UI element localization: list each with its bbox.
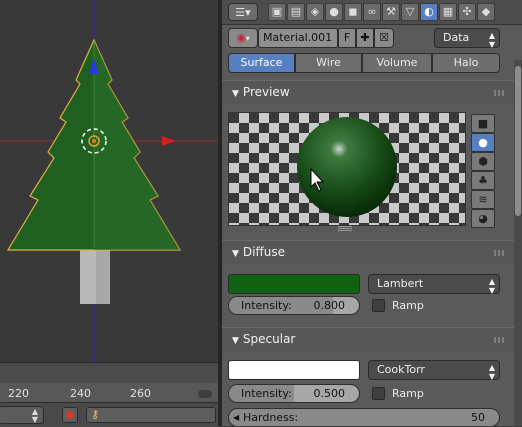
- particles-icon[interactable]: ✣: [458, 3, 476, 21]
- specular-intensity-slider[interactable]: Intensity: 0.500: [228, 384, 360, 403]
- object-icon[interactable]: ◼: [344, 3, 362, 21]
- material-icon[interactable]: ◐: [420, 3, 438, 21]
- constraints-icon[interactable]: ∞: [363, 3, 381, 21]
- keying-set-field[interactable]: ⚷: [86, 407, 216, 423]
- timeline-tick: 220: [8, 387, 29, 400]
- diffuse-shader-label: Lambert: [377, 277, 424, 290]
- preview-sphere-button[interactable]: ●: [471, 133, 495, 152]
- preview-panel-header[interactable]: ▼ Preview: [222, 80, 514, 105]
- plus-icon: ✚: [360, 31, 370, 44]
- fake-user-button[interactable]: F: [338, 28, 356, 48]
- panel-title: Diffuse: [242, 245, 286, 259]
- preview-cube-button[interactable]: ⬢: [471, 152, 495, 171]
- modifier-icon[interactable]: ⚒: [382, 3, 400, 21]
- slider-label: Intensity:: [241, 299, 292, 312]
- render-icon[interactable]: ▣: [268, 3, 286, 21]
- drag-grip-icon[interactable]: [494, 90, 506, 96]
- decrement-arrow-icon[interactable]: ◀: [233, 409, 239, 426]
- physics-icon[interactable]: ◆: [477, 3, 495, 21]
- panel-title: Preview: [242, 85, 290, 99]
- timeline-tick: 240: [70, 387, 91, 400]
- material-browse-button[interactable]: ◉▾: [228, 28, 258, 48]
- key-icon: ⚷: [91, 408, 100, 421]
- dropdown-arrows-icon: ▲ ▼: [488, 277, 495, 295]
- diffuse-shader-dropdown[interactable]: Lambert ▲ ▼: [368, 274, 500, 295]
- data-link-label: Data: [443, 31, 470, 44]
- slider-value: 0.500: [313, 387, 346, 400]
- tab-halo[interactable]: Halo: [432, 53, 500, 73]
- specular-ramp-label: Ramp: [392, 387, 424, 400]
- material-preview[interactable]: [228, 112, 466, 226]
- editor-type-button[interactable]: ☰▾: [228, 3, 258, 21]
- monkey-icon: ♣: [478, 174, 488, 187]
- viewport-scene: [0, 0, 220, 362]
- drag-grip-icon[interactable]: [494, 250, 506, 256]
- tab-wire[interactable]: Wire: [295, 53, 362, 73]
- preview-resize-grip-icon[interactable]: [338, 226, 352, 231]
- preview-sphere: [297, 117, 397, 217]
- material-name-field[interactable]: Material.001: [258, 28, 338, 48]
- data-icon[interactable]: ▽: [401, 3, 419, 21]
- slider-label: Intensity:: [241, 387, 292, 400]
- close-icon: ☒: [379, 31, 389, 44]
- preview-monkey-button[interactable]: ♣: [471, 171, 495, 190]
- specular-shader-label: CookTorr: [377, 363, 425, 376]
- playback-dropdown[interactable]: ▲ ▼: [0, 406, 44, 424]
- unlink-material-button[interactable]: ☒: [374, 28, 394, 48]
- diffuse-panel-header[interactable]: ▼ Diffuse: [222, 240, 514, 265]
- dropdown-arrows-icon: ▲ ▼: [488, 31, 495, 49]
- cube-icon: ⬢: [478, 155, 488, 168]
- hardness-field[interactable]: ◀ Hardness: 50: [228, 408, 500, 426]
- collapse-arrow-icon: ▼: [232, 249, 239, 259]
- record-button[interactable]: [62, 407, 78, 423]
- new-material-button[interactable]: ✚: [356, 28, 374, 48]
- material-sphere-icon: ◉: [236, 31, 246, 44]
- preview-sky-button[interactable]: ◕: [471, 209, 495, 228]
- properties-editor: ☰▾ ▣ ▤ ◈ ● ◼ ∞ ⚒ ▽ ◐ ▦ ✣ ◆ ◉▾ Material.0…: [222, 0, 522, 426]
- 3d-viewport[interactable]: [0, 0, 220, 362]
- collapse-arrow-icon: ▼: [232, 336, 239, 346]
- specular-panel-header[interactable]: ▼ Specular: [222, 327, 514, 352]
- timeline-scrollbar[interactable]: [198, 390, 212, 398]
- specular-color-swatch[interactable]: [228, 360, 360, 380]
- panel-title: Specular: [242, 332, 296, 346]
- diffuse-color-swatch[interactable]: [228, 274, 360, 294]
- data-link-dropdown[interactable]: Data ▲ ▼: [434, 28, 500, 49]
- preview-flat-button[interactable]: ■: [471, 114, 495, 133]
- dropdown-arrows-icon: ▲ ▼: [488, 363, 495, 381]
- properties-scrollbar-thumb[interactable]: [515, 66, 521, 216]
- tab-volume[interactable]: Volume: [362, 53, 432, 73]
- diffuse-intensity-slider[interactable]: Intensity: 0.800: [228, 296, 360, 315]
- hardness-value: 50: [471, 411, 485, 424]
- tab-surface[interactable]: Surface: [228, 53, 295, 73]
- collapse-arrow-icon: ▼: [232, 89, 239, 99]
- record-icon: [66, 411, 74, 419]
- properties-header: ☰▾ ▣ ▤ ◈ ● ◼ ∞ ⚒ ▽ ◐ ▦ ✣ ◆: [222, 0, 522, 25]
- scene-icon[interactable]: ◈: [306, 3, 324, 21]
- slider-value: 0.800: [313, 299, 346, 312]
- drag-grip-icon[interactable]: [494, 337, 506, 343]
- specular-shader-dropdown[interactable]: CookTorr ▲ ▼: [368, 360, 500, 381]
- dropdown-arrows-icon: ▲ ▼: [31, 407, 38, 424]
- hair-icon: ≋: [478, 193, 488, 206]
- plane-icon: ■: [477, 117, 489, 130]
- world-icon[interactable]: ●: [325, 3, 343, 21]
- timeline-toolbar: ▲ ▼ ⚷: [0, 402, 220, 427]
- editor-type-icon: ☰▾: [235, 6, 251, 19]
- diffuse-ramp-checkbox[interactable]: [372, 299, 385, 312]
- timeline-tick: 260: [130, 387, 151, 400]
- texture-icon[interactable]: ▦: [439, 3, 457, 21]
- specular-ramp-checkbox[interactable]: [372, 387, 385, 400]
- sky-sphere-icon: ◕: [478, 212, 488, 225]
- hardness-label: Hardness:: [243, 411, 299, 424]
- preview-render: [229, 113, 465, 225]
- sphere-icon: ●: [478, 136, 488, 149]
- preview-hair-button[interactable]: ≋: [471, 190, 495, 209]
- render-layers-icon[interactable]: ▤: [287, 3, 305, 21]
- diffuse-ramp-label: Ramp: [392, 299, 424, 312]
